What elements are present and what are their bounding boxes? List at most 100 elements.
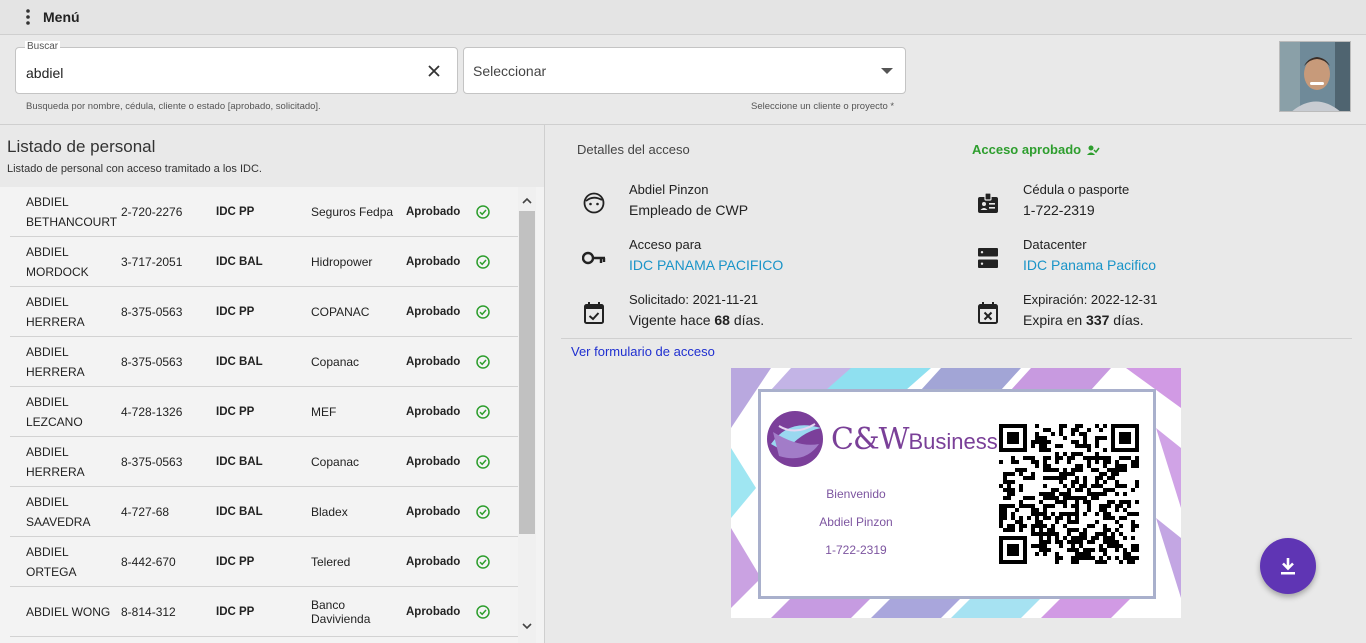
check-circle-icon xyxy=(476,204,496,219)
valid-since: Vigente hace 68 días. xyxy=(629,312,765,328)
table-row[interactable]: ABDIEL WONG 8-814-312 IDC PP Banco Davivien… xyxy=(10,587,518,637)
row-idc: IDC PP xyxy=(216,405,255,418)
row-idc: IDC PP xyxy=(216,605,255,618)
row-status: Aprobado xyxy=(406,455,461,468)
dropdown-icon[interactable] xyxy=(881,68,893,74)
row-cedula: 8-375-0563 xyxy=(121,454,183,469)
row-client: Telered xyxy=(311,554,351,569)
select-placeholder: Seleccionar xyxy=(473,63,547,79)
table-row[interactable]: ABDIEL HERRERA 8-375-0563 IDC BAL Copanac Ap… xyxy=(10,437,518,487)
table-row[interactable]: ABDIEL BETHANCOURT 2-720-2276 IDC PP Seguro… xyxy=(10,187,518,237)
check-circle-icon xyxy=(476,254,496,269)
top-bar: Menú xyxy=(0,0,1366,35)
search-label: Buscar xyxy=(25,41,61,52)
list-scrollbar[interactable] xyxy=(518,187,536,643)
row-status: Aprobado xyxy=(406,255,461,268)
table-row[interactable]: ABDIEL LEZCANO 4-728-1326 IDC PP MEF Aprobad… xyxy=(10,387,518,437)
person-info: Abdiel Pinzon Empleado de CWP xyxy=(581,182,748,218)
clear-icon[interactable] xyxy=(425,62,443,80)
download-button[interactable] xyxy=(1260,538,1316,594)
qr-code xyxy=(999,424,1139,564)
personnel-list-panel: Listado de personal Listado de personal … xyxy=(0,125,545,643)
table-row[interactable]: ABDIEL SAAVEDRA 4-727-68 IDC BAL Bladex Apro… xyxy=(10,487,518,537)
row-client: Banco Davivienda xyxy=(311,597,371,626)
person-role: Empleado de CWP xyxy=(629,202,749,218)
status-text: Acceso aprobado xyxy=(972,142,1082,157)
client-select[interactable]: Seleccionar xyxy=(463,47,906,94)
approved-user-icon xyxy=(1087,145,1100,155)
scroll-up-icon[interactable] xyxy=(522,197,532,204)
row-name: ABDIEL HERRERA xyxy=(26,344,85,379)
personnel-table: ABDIEL BETHANCOURT 2-720-2276 IDC PP Seguro… xyxy=(10,187,518,637)
avatar[interactable] xyxy=(1279,41,1351,112)
access-card: C&WBusiness Bienvenido Abdiel Pinzon 1-7… xyxy=(731,368,1181,618)
check-circle-icon xyxy=(476,304,496,319)
row-name: ABDIEL MORDOCK xyxy=(26,244,89,279)
access-form-link[interactable]: Ver formulario de acceso xyxy=(571,344,715,359)
row-idc: IDC BAL xyxy=(216,505,263,518)
id-label: Cédula o pasporte xyxy=(1023,182,1130,197)
id-info: Cédula o pasporte 1-722-2319 xyxy=(975,182,1129,218)
menu-button[interactable] xyxy=(11,0,45,35)
row-cedula: 8-442-670 xyxy=(121,554,176,569)
scroll-down-icon[interactable] xyxy=(522,623,532,630)
row-cedula: 4-728-1326 xyxy=(121,404,183,419)
access-details-panel: Detalles del acceso Acceso aprobado Abdi… xyxy=(546,125,1366,643)
row-name: ABDIEL LEZCANO xyxy=(26,394,83,429)
row-name: ABDIEL WONG xyxy=(26,604,111,619)
check-circle-icon xyxy=(476,554,496,569)
row-client: MEF xyxy=(311,404,337,419)
status-badge: Acceso aprobado xyxy=(972,142,1100,157)
access-label: Acceso para xyxy=(629,237,702,252)
row-idc: IDC BAL xyxy=(216,455,263,468)
row-cedula: 8-375-0563 xyxy=(121,304,183,319)
datacenter-label: Datacenter xyxy=(1023,237,1087,252)
expiration-date: Expiración: 2022-12-31 xyxy=(1023,292,1158,307)
menu-icon xyxy=(26,9,30,25)
row-cedula: 2-720-2276 xyxy=(121,204,183,219)
select-helper: Seleccione un cliente o proyecto * xyxy=(751,101,895,112)
list-subtitle: Listado de personal con acceso tramitado… xyxy=(7,163,262,175)
row-cedula: 4-727-68 xyxy=(121,504,170,519)
person-name: Abdiel Pinzon xyxy=(629,182,709,197)
row-cedula: 3-717-2051 xyxy=(121,254,183,269)
download-icon xyxy=(1281,558,1295,575)
search-input[interactable]: abdiel xyxy=(26,65,63,81)
search-helper: Busqueda por nombre, cédula, cliente o e… xyxy=(26,101,321,112)
check-circle-icon xyxy=(476,354,496,369)
table-row[interactable]: ABDIEL HERRERA 8-375-0563 IDC PP COPANAC Apr… xyxy=(10,287,518,337)
row-status: Aprobado xyxy=(406,555,461,568)
badge-icon xyxy=(975,190,1001,216)
row-status: Aprobado xyxy=(406,405,461,418)
datacenter-link[interactable]: IDC Panama Pacifico xyxy=(1023,257,1156,273)
card-frame: C&WBusiness Bienvenido Abdiel Pinzon 1-7… xyxy=(758,389,1156,599)
card-id: 1-722-2319 xyxy=(825,543,887,557)
table-row[interactable]: ABDIEL MORDOCK 3-717-2051 IDC BAL Hidropowe… xyxy=(10,237,518,287)
row-status: Aprobado xyxy=(406,605,461,618)
row-status: Aprobado xyxy=(406,205,461,218)
details-title: Detalles del acceso xyxy=(577,142,690,157)
table-row[interactable]: ABDIEL HERRERA 8-375-0563 IDC BAL Copanac Ap… xyxy=(10,337,518,387)
search-field[interactable]: Buscar abdiel xyxy=(15,41,458,94)
row-cedula: 8-814-312 xyxy=(121,604,176,619)
requested-date: Solicitado: 2021-11-21 xyxy=(629,292,759,307)
scroll-thumb[interactable] xyxy=(519,211,535,534)
list-title: Listado de personal xyxy=(7,137,156,156)
table-row[interactable]: ABDIEL ORTEGA 8-442-670 IDC PP Telered Aprob… xyxy=(10,537,518,587)
row-client: Seguros Fedpa xyxy=(311,204,394,219)
filters-bar: Buscar abdiel Busqueda por nombre, cédul… xyxy=(0,35,1366,125)
face-icon xyxy=(581,190,607,216)
check-circle-icon xyxy=(476,504,496,519)
datacenter-info: Datacenter IDC Panama Pacifico xyxy=(975,237,1156,273)
access-link[interactable]: IDC PANAMA PACIFICO xyxy=(629,257,783,273)
row-name: ABDIEL BETHANCOURT xyxy=(26,194,118,229)
row-status: Aprobado xyxy=(406,355,461,368)
menu-title[interactable]: Menú xyxy=(43,9,80,25)
row-cedula: 8-375-0563 xyxy=(121,354,183,369)
brand-logo-icon xyxy=(767,411,823,467)
row-name: ABDIEL ORTEGA xyxy=(26,544,77,579)
row-idc: IDC PP xyxy=(216,555,255,568)
card-welcome: Bienvenido xyxy=(826,487,886,501)
access-info: Acceso para IDC PANAMA PACIFICO xyxy=(581,237,783,273)
row-idc: IDC BAL xyxy=(216,355,263,368)
